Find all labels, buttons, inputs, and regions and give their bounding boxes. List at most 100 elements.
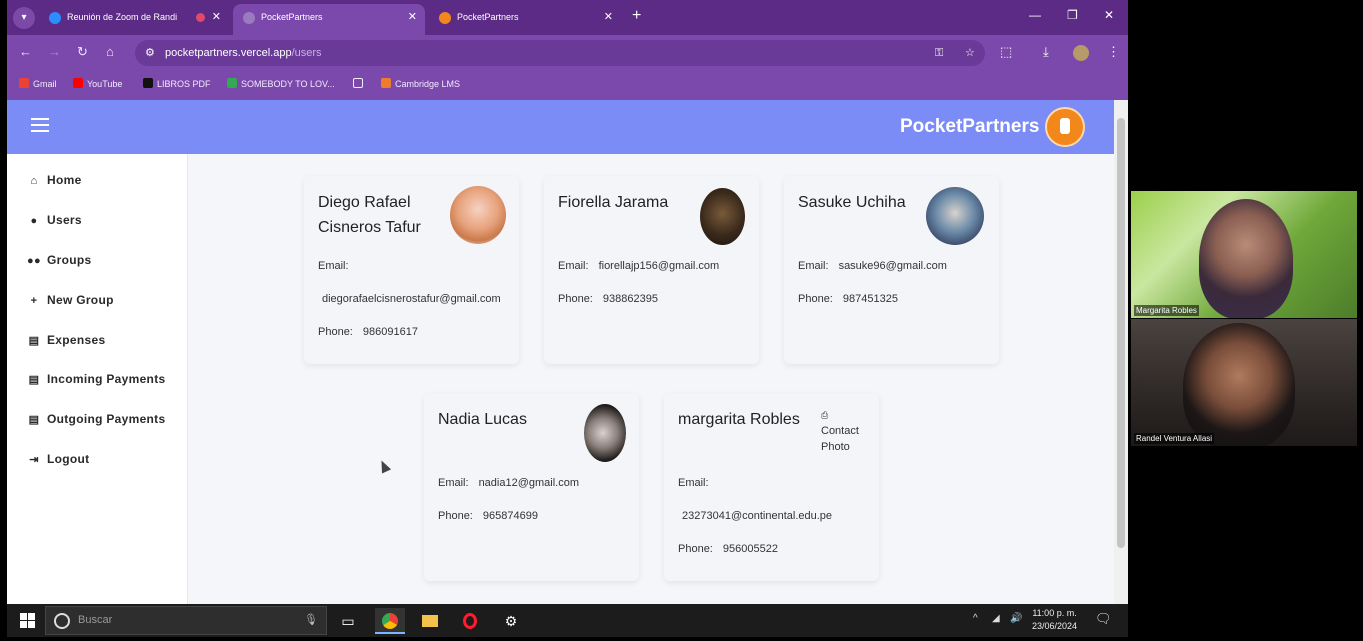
tray-chevron-icon[interactable]: ^	[973, 613, 978, 624]
app-page: PocketPartners ⌂ Home ● Users ●● Groups + Ne…	[7, 100, 1128, 604]
phone-row: Phone: 986091617	[318, 326, 418, 338]
sidebar-item-incoming-payments[interactable]: ▤ Incoming Payments	[27, 372, 166, 392]
tab-zoom[interactable]: Reunión de Zoom de Randi ✕	[39, 4, 229, 35]
sidebar-item-home[interactable]: ⌂ Home	[27, 173, 82, 193]
brand-title: PocketPartners	[900, 116, 1040, 137]
minimize-icon[interactable]: —	[1029, 8, 1041, 22]
youtube-icon	[73, 78, 83, 88]
bookmark-youtube[interactable]: YouTube	[73, 78, 122, 89]
user-name: Sasuke Uchiha	[798, 194, 906, 211]
sidebar-item-new-group[interactable]: + New Group	[27, 293, 114, 313]
bookmark-folder[interactable]	[353, 78, 367, 89]
bookmark-libros-pdf[interactable]: LIBROS PDF	[143, 78, 211, 89]
scrollbar-thumb[interactable]	[1117, 118, 1125, 548]
user-card[interactable]: Diego Rafael Cisneros Tafur Email: diego…	[304, 176, 519, 364]
contact-photo-placeholder: ⎙ Contact Photo	[821, 410, 859, 453]
menu-icon[interactable]	[31, 118, 49, 136]
pocketpartners-icon	[439, 12, 451, 24]
broken-image-icon: ⎙	[821, 410, 829, 420]
reload-icon[interactable]: ↻	[77, 44, 88, 60]
card-icon: ▤	[28, 335, 40, 347]
participant-name: Margarita Robles	[1134, 305, 1199, 316]
participant-video	[1183, 323, 1295, 446]
participant-video	[1199, 199, 1293, 318]
home-icon[interactable]: ⌂	[106, 44, 114, 59]
settings-gear-icon[interactable]: ⚙	[496, 608, 526, 634]
volume-icon[interactable]: 🔊	[1010, 613, 1022, 624]
close-window-icon[interactable]: ✕	[1104, 8, 1114, 22]
address-bar: ← → ↻ ⌂ ⚙ pocketpartners.vercel.app/user…	[7, 35, 1128, 71]
book-icon	[143, 78, 153, 88]
phone-row: Phone: 987451325	[798, 293, 898, 305]
taskbar-clock[interactable]: 11:00 p. m. 23/06/2024	[1032, 607, 1077, 633]
user-name: Nadia Lucas	[438, 411, 527, 428]
card-icon: ▤	[28, 414, 40, 426]
tab-search-icon[interactable]: ▾	[13, 7, 35, 29]
sidebar-item-logout[interactable]: ⇥ Logout	[27, 452, 89, 472]
cortana-icon	[54, 613, 70, 629]
bookmark-cambridge[interactable]: Cambridge LMS	[381, 78, 460, 89]
email-row: Email: nadia12@gmail.com	[438, 477, 580, 489]
plus-icon: +	[30, 295, 38, 307]
home-icon: ⌂	[30, 175, 38, 187]
extensions-icon[interactable]: ⬚	[1000, 44, 1012, 60]
user-avatar	[584, 404, 626, 462]
user-phone: 938862395	[602, 293, 658, 305]
star-icon[interactable]: ☆	[965, 40, 975, 66]
person-icon: ●	[30, 215, 38, 227]
close-tab-icon[interactable]: ✕	[408, 4, 417, 31]
close-tab-icon[interactable]: ✕	[604, 4, 613, 31]
download-icon[interactable]: ⤓	[1043, 44, 1049, 60]
user-avatar	[926, 187, 984, 245]
file-explorer-icon[interactable]	[415, 608, 445, 634]
microphone-icon[interactable]: 🎙	[304, 607, 318, 634]
new-tab-button[interactable]: +	[632, 7, 641, 25]
url-field[interactable]: ⚙ pocketpartners.vercel.app/users ⚿ ☆	[135, 40, 985, 66]
globe-icon	[243, 12, 255, 24]
task-view-icon[interactable]: ▭	[333, 608, 363, 634]
user-card[interactable]: Sasuke Uchiha Email: sasuke96@gmail.com P…	[784, 176, 999, 364]
sidebar-item-expenses[interactable]: ▤ Expenses	[27, 333, 105, 353]
tab-pocketpartners[interactable]: PocketPartners ✕	[429, 4, 621, 35]
user-name: margarita Robles	[678, 411, 800, 428]
user-name: Diego Rafael Cisneros Tafur	[318, 194, 421, 236]
gmail-icon	[19, 78, 29, 88]
taskbar-search-input[interactable]: Buscar 🎙	[45, 606, 327, 635]
user-email: nadia12@gmail.com	[478, 477, 580, 489]
page-scrollbar[interactable]	[1114, 100, 1128, 604]
tab-title: Reunión de Zoom de Randi	[67, 12, 178, 22]
phone-row: Phone: 956005522	[678, 543, 778, 555]
menu-icon[interactable]: ⋮	[1107, 44, 1120, 60]
notification-icon[interactable]: 🗨	[1095, 611, 1112, 627]
key-icon[interactable]: ⚿	[935, 40, 943, 66]
bookmark-gmail[interactable]: Gmail	[19, 78, 57, 89]
opera-icon[interactable]	[455, 608, 485, 634]
network-icon[interactable]: ◢	[992, 613, 1000, 624]
tab-pocketpartners-active[interactable]: PocketPartners ✕	[233, 4, 425, 35]
chrome-taskbar-icon[interactable]	[375, 608, 405, 634]
user-card[interactable]: Nadia Lucas Email: nadia12@gmail.com Phon…	[424, 393, 639, 581]
clock-time: 11:00 p. m.	[1032, 608, 1077, 618]
video-tile-randel[interactable]: Randel Ventura Allasi	[1131, 319, 1357, 446]
video-tile-margarita[interactable]: Margarita Robles	[1131, 191, 1357, 318]
windows-start-icon[interactable]	[20, 613, 35, 628]
sidebar-item-users[interactable]: ● Users	[27, 213, 82, 233]
bookmark-somebody[interactable]: SOMEBODY TO LOV...	[227, 78, 335, 89]
close-tab-icon[interactable]: ✕	[212, 4, 221, 31]
back-icon[interactable]: ←	[19, 44, 32, 59]
email-row: Email: fiorellajp156@gmail.com	[558, 260, 720, 272]
restore-icon[interactable]: ❐	[1067, 8, 1078, 22]
url-path: /users	[291, 47, 322, 59]
user-card[interactable]: margarita Robles ⎙ Contact Photo Email: 2…	[664, 393, 879, 581]
user-card[interactable]: Fiorella Jarama Email: fiorellajp156@gmai…	[544, 176, 759, 364]
email-row: Email:	[318, 260, 349, 272]
sidebar-item-groups[interactable]: ●● Groups	[27, 253, 91, 273]
profile-avatar[interactable]	[1073, 45, 1089, 61]
user-phone: 956005522	[722, 543, 778, 555]
sidebar-item-outgoing-payments[interactable]: ▤ Outgoing Payments	[27, 412, 166, 432]
email-row: Email:	[678, 477, 709, 489]
site-info-icon[interactable]: ⚙	[145, 40, 155, 66]
tab-bar: ▾ Reunión de Zoom de Randi ✕ PocketPartn…	[7, 0, 1128, 35]
forward-icon[interactable]: →	[48, 44, 61, 59]
brand-logo	[1045, 107, 1085, 147]
